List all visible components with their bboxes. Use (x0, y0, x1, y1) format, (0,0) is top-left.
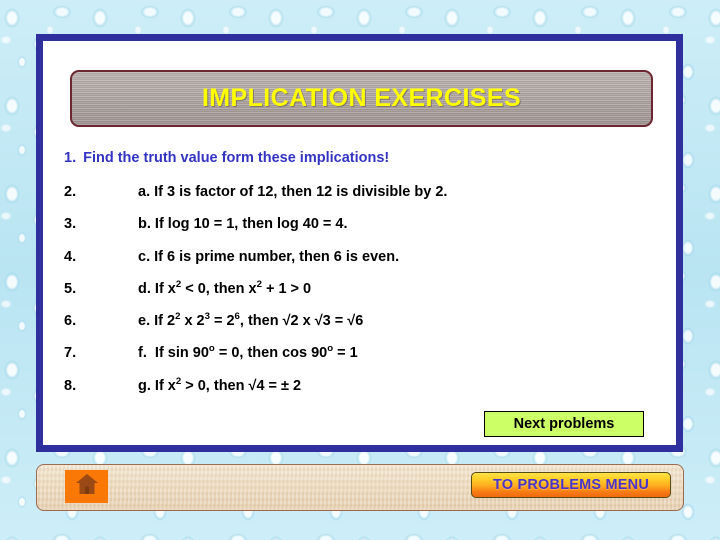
implication-row-number: 8. (64, 377, 77, 394)
question-heading: 1. Find the truth value form these implic… (64, 150, 389, 166)
implication-row-text: d. If x2 < 0, then x2 + 1 > 0 (138, 279, 312, 297)
implication-row: 8. g. If x2 > 0, then √4 = ± 2 (64, 375, 644, 410)
implication-row: 3. b. If log 10 = 1, then log 40 = 4. (64, 216, 644, 248)
to-problems-menu-button[interactable]: TO PROBLEMS MENU (471, 472, 671, 498)
implication-row: 7. f. If sin 90o = 0, then cos 90o = 1 (64, 343, 644, 377)
implication-row-text: c. If 6 is prime number, then 6 is even. (138, 248, 400, 265)
implication-row: 4. c. If 6 is prime number, then 6 is eve… (64, 249, 644, 281)
implication-row-text: e. If 22 x 23 = 26, then √2 x √3 = √6 (138, 311, 364, 330)
home-button[interactable] (65, 470, 108, 503)
to-problems-menu-label: TO PROBLEMS MENU (493, 477, 649, 493)
slide-canvas: IMPLICATION EXERCISES 1. Find the truth v… (0, 0, 720, 540)
implication-row-number: 2. (64, 184, 77, 200)
implication-row-number: 6. (64, 313, 77, 330)
implication-row-text: b. If log 10 = 1, then log 40 = 4. (138, 216, 348, 233)
implication-row-number: 3. (64, 216, 77, 233)
title-banner: IMPLICATION EXERCISES (70, 70, 653, 127)
bottom-toolbar: TO PROBLEMS MENU (36, 464, 684, 511)
implication-row-number: 5. (64, 280, 77, 297)
next-problems-button[interactable]: Next problems (484, 411, 644, 437)
question-heading-text: Find the truth value form these implicat… (83, 150, 390, 166)
question-heading-number: 1. (64, 150, 77, 166)
implication-row-text: a. If 3 is factor of 12, then 12 is divi… (138, 184, 448, 200)
implication-row: 6. e. If 22 x 23 = 26, then √2 x √3 = √6 (64, 311, 644, 345)
page-title: IMPLICATION EXERCISES (201, 84, 522, 112)
implication-row-number: 7. (64, 345, 77, 362)
implication-row-number: 4. (64, 248, 77, 265)
implication-list: 2. a. If 3 is factor of 12, then 12 is di… (64, 184, 644, 410)
implication-row-text: f. If sin 90o = 0, then cos 90o = 1 (138, 343, 358, 362)
home-icon (75, 473, 99, 500)
implication-row: 5. d. If x2 < 0, then x2 + 1 > 0 (64, 279, 644, 313)
implication-row-text: g. If x2 > 0, then √4 = ± 2 (138, 375, 302, 394)
implication-row: 2. a. If 3 is factor of 12, then 12 is di… (64, 184, 644, 216)
next-problems-label: Next problems (513, 416, 615, 432)
